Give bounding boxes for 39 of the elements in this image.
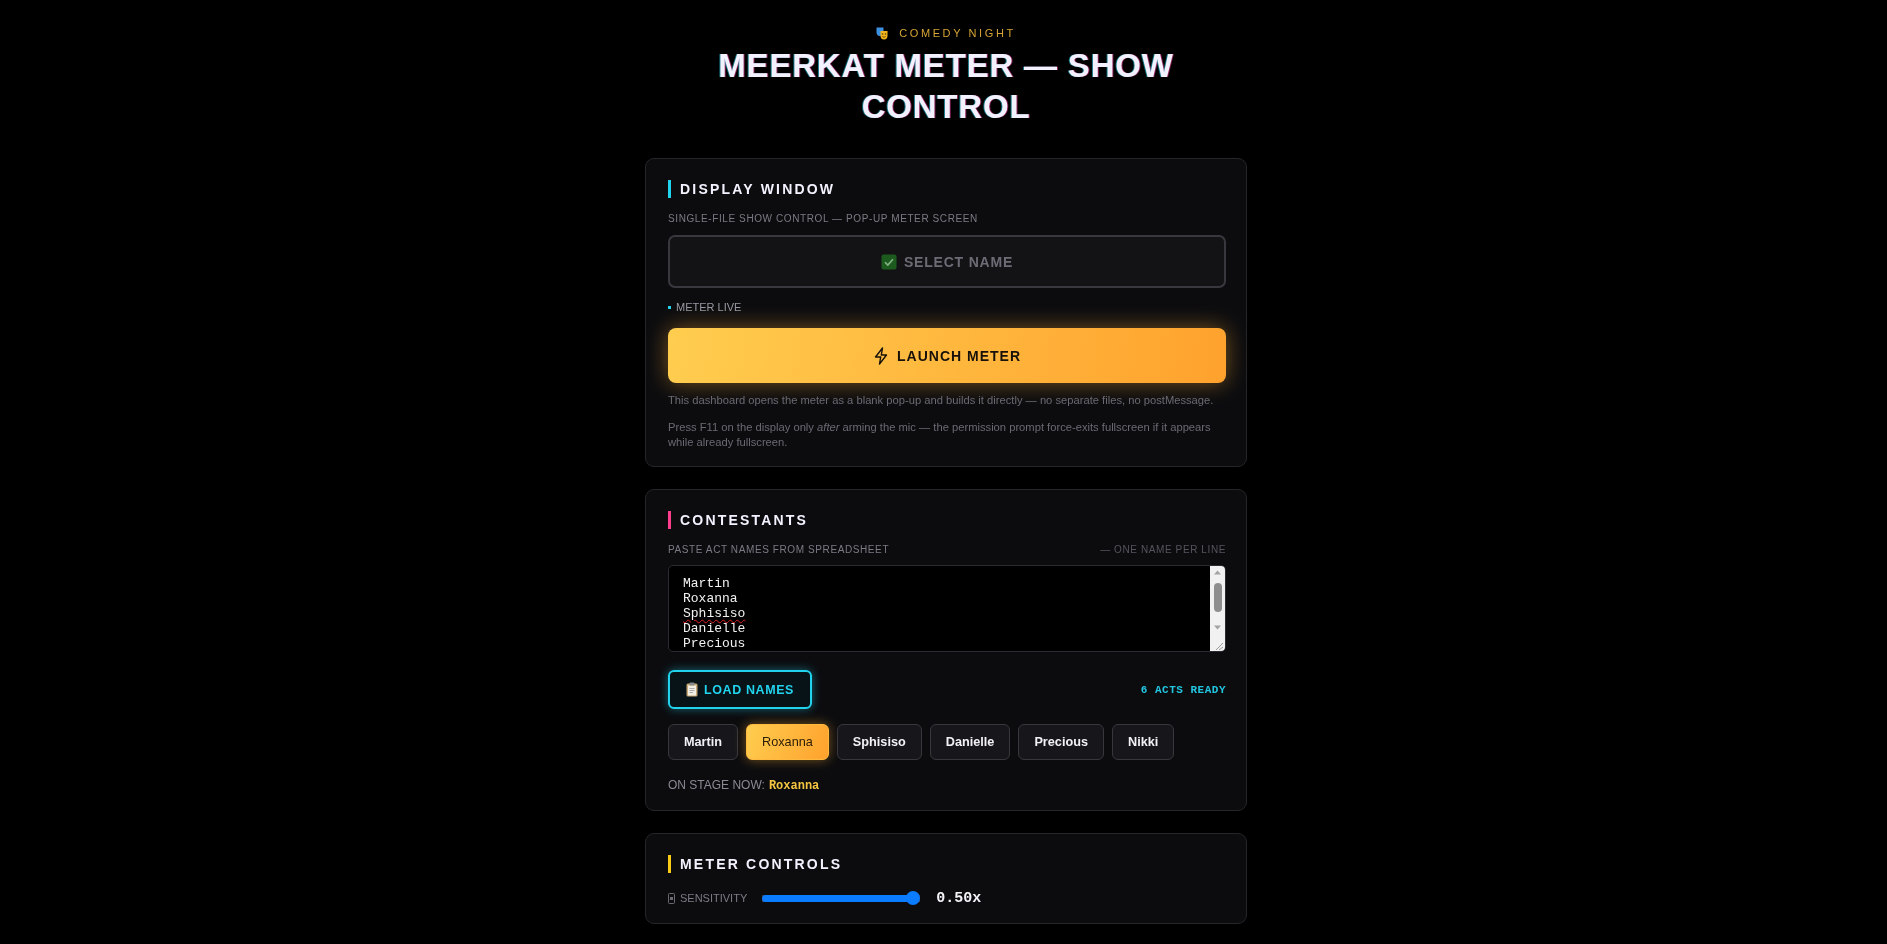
textarea-line: Martin xyxy=(683,576,730,591)
slider-reading: 0.50x xyxy=(936,889,982,907)
scrollbar-thumb[interactable] xyxy=(1213,583,1222,612)
on-stage-name: Roxanna xyxy=(768,779,820,794)
names-textarea[interactable]: Martin Roxanna Sphisiso Danielle Precious xyxy=(668,565,1226,652)
theater-masks-icon xyxy=(876,26,889,40)
page-title: MEERKAT METER — SHOW CONTROL xyxy=(717,46,1175,127)
clipboard-icon xyxy=(686,682,698,697)
lightning-icon xyxy=(873,346,889,365)
textarea-line: Danielle xyxy=(683,621,746,636)
scrollbar[interactable] xyxy=(1210,566,1225,639)
textarea-line: Precious xyxy=(683,636,746,651)
check-square-icon xyxy=(880,253,897,270)
textarea-hint: — ONE NAME PER LINE xyxy=(1100,543,1226,556)
launch-meter-button[interactable]: LAUNCH METER xyxy=(668,328,1226,383)
section-subtitle: SINGLE-FILE SHOW CONTROL — POP-UP METER SCREEN xyxy=(668,212,979,225)
textarea-label: PASTE ACT NAMES FROM SPREADSHEET xyxy=(668,543,890,556)
resize-grip-icon[interactable] xyxy=(1210,639,1225,651)
contestant-chip[interactable]: Martin xyxy=(668,724,739,760)
textarea-line: Sphisiso xyxy=(683,606,746,621)
contestant-chip[interactable]: Nikki xyxy=(1112,724,1175,760)
contestant-chip[interactable]: Danielle xyxy=(929,724,1011,760)
note-text: This dashboard opens the meter as a blank pop-up and builds it directly — no separate files, no postMessage. xyxy=(668,393,1215,408)
section-heading: DISPLAY WINDOW xyxy=(668,180,1226,198)
contestant-chip[interactable]: Roxanna xyxy=(746,724,829,760)
slider-thumb[interactable] xyxy=(906,891,921,905)
on-stage-label: ON STAGE NOW: xyxy=(668,778,765,793)
section-heading: METER CONTROLS xyxy=(668,855,1226,873)
section-heading: CONTESTANTS xyxy=(668,511,1226,529)
contestant-chip[interactable]: Sphisiso xyxy=(836,724,922,760)
eyebrow-label: COMEDY NIGHT xyxy=(899,26,1016,40)
contestant-chip[interactable]: Precious xyxy=(1018,724,1104,760)
fader-icon xyxy=(668,892,675,904)
acts-count: 6 ACTS READY xyxy=(1140,682,1226,697)
status-label: METER LIVE xyxy=(676,300,742,314)
note-text: Press F11 on the display only after arming the mic — the permission prompt force-exits fullscreen if it appears while already fullscreen. xyxy=(668,420,1212,450)
load-names-button[interactable]: LOAD NAMES xyxy=(668,670,813,709)
slider-label: SENSITIVITY xyxy=(680,892,748,904)
textarea-line: Roxanna xyxy=(683,591,738,606)
